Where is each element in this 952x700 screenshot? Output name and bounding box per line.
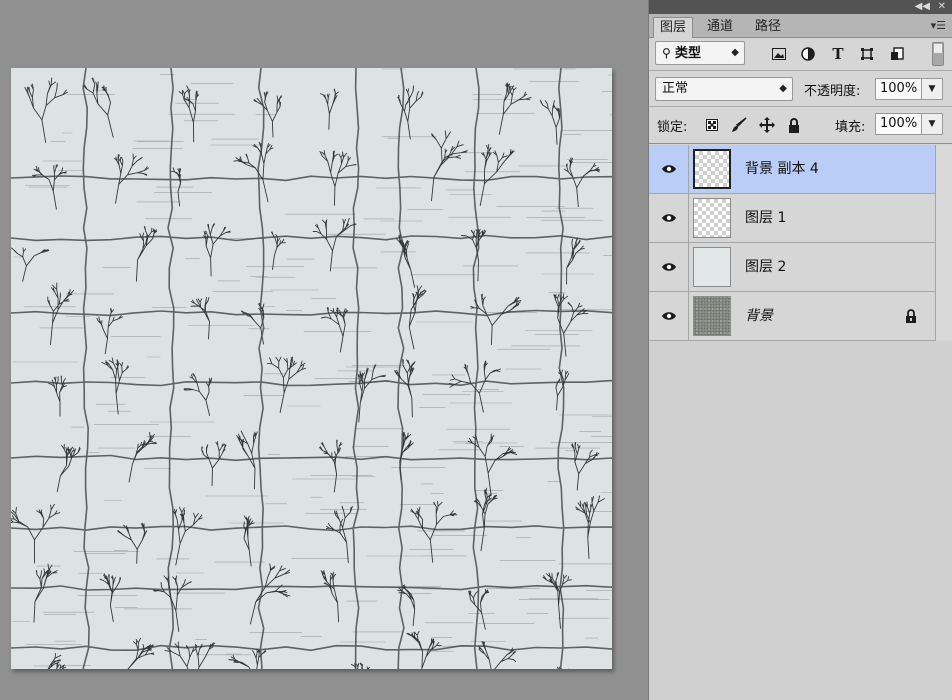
blend-mode-select[interactable]: 正常 ◆ (655, 77, 793, 101)
tab-channels[interactable]: 通道 (701, 17, 739, 38)
layer-thumbnail (693, 149, 731, 189)
image-filter-icon[interactable] (769, 44, 789, 64)
opacity-slider-button[interactable]: ▼ (921, 78, 943, 100)
layers-list: 背景 副本 4 图层 1 图层 2 背景 (649, 145, 935, 341)
blend-row: 正常 ◆ 不透明度: 100% ▼ (649, 77, 952, 101)
fill-slider-button[interactable]: ▼ (921, 113, 943, 135)
visibility-toggle[interactable] (649, 292, 689, 340)
adjustment-filter-icon[interactable] (798, 44, 818, 64)
visibility-toggle[interactable] (649, 145, 689, 193)
eye-icon (661, 214, 676, 222)
eye-icon (661, 165, 676, 173)
type-filter-icon[interactable]: T (828, 44, 848, 64)
opacity-label: 不透明度: (804, 84, 861, 99)
lock-position-icon[interactable] (757, 115, 777, 135)
filter-kind-select[interactable]: ⚲ 类型 ◆ (655, 41, 745, 65)
canvas-workspace[interactable] (0, 0, 648, 700)
lock-all-icon[interactable] (784, 115, 804, 135)
layer-row-background[interactable]: 背景 (649, 292, 935, 341)
layer-name[interactable]: 图层 2 (745, 243, 786, 291)
layer-thumbnail (693, 296, 731, 336)
layer-name[interactable]: 背景 (745, 292, 773, 340)
filter-toggle-switch[interactable] (932, 42, 944, 66)
filter-kind-label: 类型 (674, 46, 701, 61)
layer-row-layer-1[interactable]: 图层 1 (649, 194, 935, 243)
layer-name[interactable]: 图层 1 (745, 194, 786, 242)
layer-row-background-copy-4[interactable]: 背景 副本 4 (649, 145, 935, 194)
filter-row: ⚲ 类型 ◆ T (649, 41, 952, 67)
tab-layers[interactable]: 图层 (653, 17, 694, 38)
layers-empty-area (649, 341, 952, 700)
tab-paths[interactable]: 路径 (749, 17, 787, 38)
panel-tabs: 图层 通道 路径 ▾☰ (649, 14, 952, 38)
fill-label: 填充: (835, 120, 866, 135)
lock-paint-icon[interactable] (729, 115, 749, 135)
close-panel-icon[interactable]: ✕ (938, 1, 946, 13)
document-canvas[interactable] (11, 68, 612, 669)
layer-row-layer-2[interactable]: 图层 2 (649, 243, 935, 292)
visibility-toggle[interactable] (649, 243, 689, 291)
layer-name[interactable]: 背景 副本 4 (745, 145, 819, 193)
opacity-field[interactable]: 100% (875, 78, 927, 100)
stepper-arrows-icon: ◆ (731, 47, 739, 58)
layer-thumbnail (693, 247, 731, 287)
eye-icon (661, 263, 676, 271)
panel-menu-icon[interactable]: ▾☰ (931, 19, 946, 32)
lock-row: 锁定: 填充: 100% ▼ (649, 112, 952, 136)
panel-title-bar: ◀◀ ✕ (649, 0, 952, 14)
fill-field[interactable]: 100% (875, 113, 927, 135)
lock-transparent-icon[interactable] (702, 115, 722, 135)
layers-panel: ◀◀ ✕ 图层 通道 路径 ▾☰ ⚲ 类型 ◆ T 正常 ◆ 不透明度: 100… (648, 0, 952, 700)
visibility-toggle[interactable] (649, 194, 689, 242)
lock-label: 锁定: (657, 120, 688, 135)
smart-object-filter-icon[interactable] (887, 44, 907, 64)
lock-icon (906, 309, 916, 323)
branch-texture-image (11, 68, 612, 669)
collapse-panel-icon[interactable]: ◀◀ (915, 1, 930, 13)
layers-scrollbar[interactable] (935, 145, 952, 341)
eye-icon (661, 312, 676, 320)
layer-thumbnail (693, 198, 731, 238)
search-icon: ⚲ (662, 46, 671, 60)
stepper-arrows-icon: ◆ (779, 83, 787, 94)
blend-mode-value: 正常 (662, 81, 689, 96)
shape-filter-icon[interactable] (857, 44, 877, 64)
